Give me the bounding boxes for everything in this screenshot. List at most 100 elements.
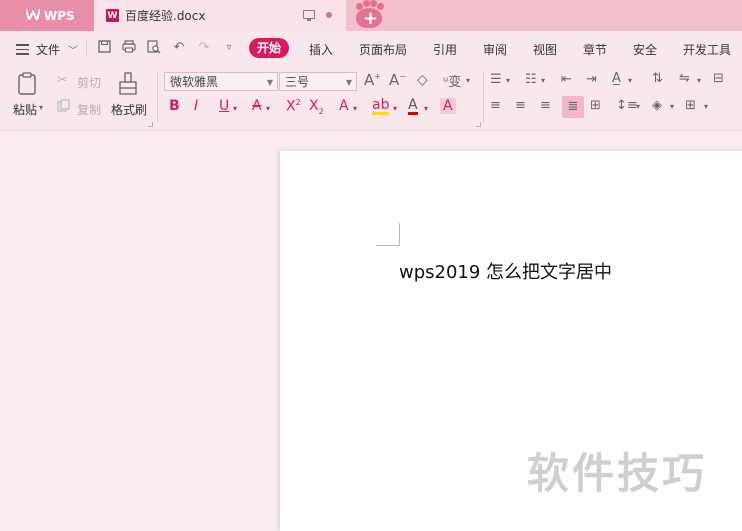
cut-button[interactable]: 剪切 (77, 74, 101, 91)
tab-view[interactable]: 视图 (533, 41, 557, 58)
group-expander[interactable] (148, 122, 153, 127)
text-direction-icon[interactable]: A̲ (612, 71, 621, 86)
paw-toe (370, 0, 377, 7)
tab-bar: WPS W 百度经验.docx + (0, 0, 742, 31)
redo-icon[interactable]: ↷ (196, 40, 212, 56)
document-tab-name: 百度经验.docx (125, 9, 206, 23)
clear-format-icon[interactable]: ◇ (417, 72, 428, 88)
italic-icon[interactable]: I (194, 98, 198, 114)
tab-references[interactable]: 引用 (433, 41, 457, 58)
format-painter-icon[interactable] (117, 72, 139, 99)
caret-down-icon[interactable]: ▾ (704, 102, 708, 111)
bullet-list-icon[interactable]: ☰ (490, 72, 502, 87)
document-paragraph[interactable]: wps2019 怎么把文字居中 (399, 258, 612, 284)
columns-icon[interactable]: ⊟ (713, 71, 724, 86)
ribbon-home: 粘贴 ▾ ✂ 剪切 复制 格式刷 微软雅黑 ▼ 三号 ▼ A+ A− ◇ ᵘ变 … (0, 66, 742, 131)
margin-corner-marker (376, 223, 400, 246)
wps-label: WPS (44, 8, 75, 23)
underline-icon[interactable]: U (219, 98, 229, 114)
font-color-icon[interactable]: A (408, 98, 418, 115)
shading-icon[interactable]: ◈ (652, 98, 662, 113)
paste-button[interactable]: 粘贴 (13, 101, 37, 118)
format-painter-button[interactable]: 格式刷 (111, 101, 147, 118)
hamburger-icon[interactable] (16, 44, 29, 55)
paste-icon[interactable] (17, 72, 39, 99)
tab-home[interactable]: 开始 (249, 38, 290, 58)
caret-down-icon[interactable]: ▾ (393, 104, 397, 113)
caret-down-icon[interactable]: ▾ (353, 104, 357, 113)
char-shading-icon[interactable]: A (440, 98, 456, 114)
decrease-font-icon[interactable]: A− (389, 71, 406, 89)
bold-icon[interactable]: B (169, 98, 180, 114)
subscript-icon[interactable]: X2 (309, 98, 324, 116)
numbered-list-icon[interactable]: ☷ (525, 72, 537, 87)
group-expander[interactable] (476, 122, 481, 127)
caret-down-icon[interactable]: ▾ (424, 104, 428, 113)
tab-chapter[interactable]: 章节 (583, 41, 607, 58)
caret-down-icon[interactable]: ▾ (266, 104, 270, 113)
divider (86, 41, 87, 57)
caret-down-icon[interactable]: ▾ (506, 76, 510, 85)
caret-down-icon[interactable]: ▾ (628, 76, 632, 85)
superscript-icon[interactable]: X2 (286, 98, 301, 115)
new-tab-button[interactable]: + (352, 0, 386, 29)
wps-home-tab[interactable]: WPS (0, 0, 94, 31)
chevron-down-icon: ▼ (266, 78, 273, 87)
borders-icon[interactable]: ⊞ (685, 98, 696, 113)
customize-toolbar-icon[interactable]: ▿ (221, 40, 237, 56)
print-icon[interactable] (121, 40, 137, 56)
tab-review[interactable]: 审阅 (483, 41, 507, 58)
print-preview-icon[interactable] (146, 40, 162, 56)
caret-down-icon[interactable]: ▾ (541, 76, 545, 85)
caret-down-icon[interactable]: ▾ (39, 103, 43, 112)
divider (157, 72, 158, 122)
align-center-icon[interactable]: ≡ (515, 98, 526, 113)
plus-icon: + (363, 8, 379, 29)
tab-page-layout[interactable]: 页面布局 (359, 41, 407, 58)
wps-logo-icon (25, 8, 41, 23)
tab-security[interactable]: 安全 (633, 41, 657, 58)
font-size-value: 三号 (285, 75, 310, 89)
caret-down-icon[interactable]: ▾ (670, 102, 674, 111)
screen-icon[interactable] (303, 10, 315, 21)
menu-row: 文件 ﹀ ↶ ↷ ▿ 开始 插入 页面布局 引用 审阅 视图 章节 安全 开发工… (0, 31, 742, 66)
divider (483, 72, 484, 122)
caret-down-icon[interactable]: ▾ (697, 76, 701, 85)
text-effect-icon[interactable]: A (339, 98, 349, 114)
decrease-indent-icon[interactable]: ⇤ (561, 72, 572, 87)
increase-font-icon[interactable]: A+ (364, 71, 381, 89)
highlight-icon[interactable]: ab (372, 98, 390, 115)
file-menu[interactable]: 文件 (36, 41, 60, 58)
phonetic-guide-icon[interactable]: ᵘ变 (443, 71, 461, 90)
chevron-down-icon[interactable]: ﹀ (68, 42, 78, 57)
tab-insert[interactable]: 插入 (309, 41, 333, 58)
watermark: 软件技巧 (527, 449, 708, 498)
paw-toe (363, 0, 370, 7)
font-size-select[interactable]: 三号 ▼ (279, 72, 357, 91)
sort-icon[interactable]: ⇅ (652, 71, 663, 86)
font-name-value: 微软雅黑 (170, 75, 219, 89)
increase-indent-icon[interactable]: ⇥ (586, 72, 597, 87)
strikethrough-icon[interactable]: A (252, 98, 262, 114)
writer-doc-icon: W (106, 9, 119, 22)
justify-icon[interactable]: ≣ (562, 96, 584, 118)
distributed-icon[interactable]: ⊞ (590, 98, 601, 113)
caret-down-icon[interactable]: ▾ (233, 104, 237, 113)
caret-down-icon[interactable]: ▾ (636, 102, 640, 111)
save-icon[interactable] (96, 40, 112, 56)
unsaved-dot-icon (326, 12, 332, 18)
font-name-select[interactable]: 微软雅黑 ▼ (164, 72, 278, 91)
align-right-icon[interactable]: ≡ (540, 98, 551, 113)
caret-down-icon[interactable]: ▾ (466, 76, 470, 85)
copy-button[interactable]: 复制 (77, 101, 101, 118)
chevron-down-icon: ▼ (345, 78, 352, 87)
cut-icon[interactable]: ✂ (57, 73, 68, 88)
show-marks-icon[interactable]: ⇋ (679, 71, 690, 86)
document-tab[interactable]: W 百度经验.docx (94, 0, 346, 31)
line-spacing-icon[interactable]: ↕≡ (616, 98, 638, 113)
copy-icon[interactable] (57, 99, 70, 115)
undo-icon[interactable]: ↶ (171, 40, 187, 56)
tab-developer[interactable]: 开发工具 (683, 41, 731, 58)
paw-toe (377, 3, 384, 10)
align-left-icon[interactable]: ≡ (490, 98, 501, 113)
